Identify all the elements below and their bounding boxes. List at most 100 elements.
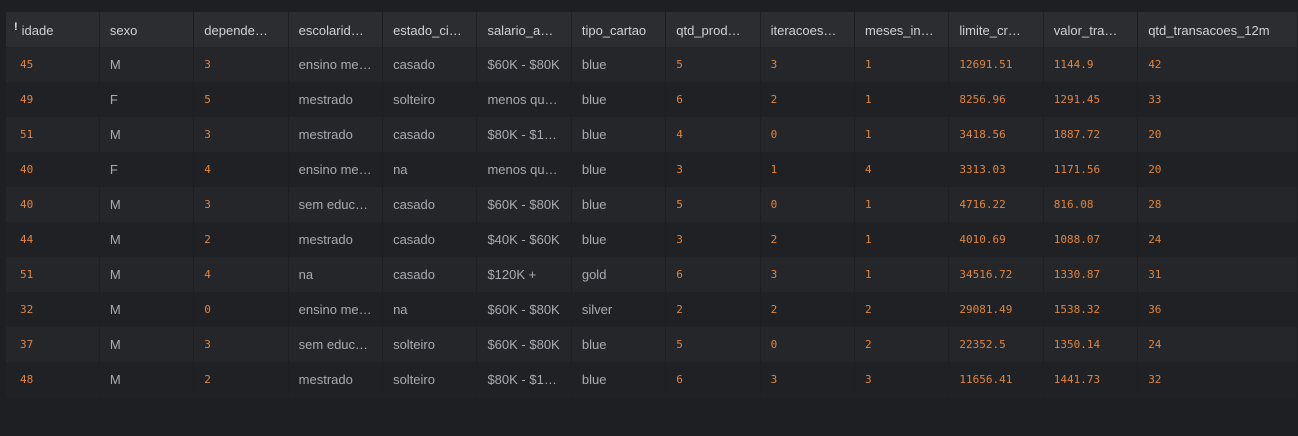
cell-iteracoes[interactable]: 1 — [760, 152, 856, 187]
table-row[interactable]: 37 M 3 sem educa… solteiro $60K - $80K blue 5 0 2… — [6, 327, 1298, 362]
cell-iteracoes[interactable]: 2 — [760, 292, 856, 327]
cell-valor_transacoes[interactable]: 1088.07 — [1043, 222, 1139, 257]
cell-dependentes[interactable]: 5 — [193, 82, 289, 117]
cell-salario_anual[interactable]: $120K + — [476, 257, 572, 292]
cell-limite_credito[interactable]: 22352.5 — [948, 327, 1044, 362]
cell-qtd_produtos[interactable]: 3 — [665, 152, 761, 187]
sort-indicator-icon[interactable]: ! — [14, 21, 18, 33]
cell-salario_anual[interactable]: $60K - $80K — [476, 327, 572, 362]
cell-iteracoes[interactable]: 3 — [760, 257, 856, 292]
cell-iteracoes[interactable]: 2 — [760, 222, 856, 257]
table-row[interactable]: 40 F 4 ensino medio na menos que… blue 3 1 4 3313.… — [6, 152, 1298, 187]
cell-estado_civil[interactable]: na — [382, 292, 478, 327]
column-header-qtd_transacoes_12m[interactable]: qtd_transacoes_12m — [1137, 12, 1298, 47]
cell-estado_civil[interactable]: casado — [382, 257, 478, 292]
cell-iteracoes[interactable]: 3 — [760, 362, 856, 397]
cell-qtd_produtos[interactable]: 6 — [665, 82, 761, 117]
cell-tipo_cartao[interactable]: blue — [571, 362, 667, 397]
cell-valor_transacoes[interactable]: 1144.9 — [1043, 47, 1139, 82]
cell-limite_credito[interactable]: 8256.96 — [948, 82, 1044, 117]
cell-valor_transacoes[interactable]: 1171.56 — [1043, 152, 1139, 187]
cell-qtd_transacoes_12m[interactable]: 24 — [1137, 327, 1298, 362]
cell-estado_civil[interactable]: solteiro — [382, 82, 478, 117]
cell-qtd_produtos[interactable]: 5 — [665, 187, 761, 222]
column-header-valor_transacoes[interactable]: valor_tra… — [1043, 12, 1139, 47]
cell-idade[interactable]: 37 — [6, 327, 100, 362]
cell-valor_transacoes[interactable]: 1330.87 — [1043, 257, 1139, 292]
cell-salario_anual[interactable]: $60K - $80K — [476, 187, 572, 222]
cell-valor_transacoes[interactable]: 816.08 — [1043, 187, 1139, 222]
cell-estado_civil[interactable]: solteiro — [382, 362, 478, 397]
cell-meses_inativo[interactable]: 2 — [854, 292, 950, 327]
cell-salario_anual[interactable]: $80K - $12… — [476, 117, 572, 152]
cell-idade[interactable]: 45 — [6, 47, 100, 82]
cell-qtd_produtos[interactable]: 2 — [665, 292, 761, 327]
cell-meses_inativo[interactable]: 1 — [854, 222, 950, 257]
cell-meses_inativo[interactable]: 4 — [854, 152, 950, 187]
cell-tipo_cartao[interactable]: blue — [571, 222, 667, 257]
cell-qtd_transacoes_12m[interactable]: 20 — [1137, 152, 1298, 187]
cell-limite_credito[interactable]: 4010.69 — [948, 222, 1044, 257]
cell-idade[interactable]: 51 — [6, 117, 100, 152]
cell-sexo[interactable]: M — [99, 47, 195, 82]
table-row[interactable]: 32 M 0 ensino medio na $60K - $80K silver 2 2 2 29… — [6, 292, 1298, 327]
cell-limite_credito[interactable]: 4716.22 — [948, 187, 1044, 222]
cell-sexo[interactable]: M — [99, 187, 195, 222]
cell-escolaridade[interactable]: ensino medio — [288, 47, 384, 82]
cell-limite_credito[interactable]: 3418.56 — [948, 117, 1044, 152]
table-row[interactable]: 44 M 2 mestrado casado $40K - $60K blue 3 2 1 4010… — [6, 222, 1298, 257]
cell-estado_civil[interactable]: casado — [382, 222, 478, 257]
cell-sexo[interactable]: F — [99, 82, 195, 117]
cell-dependentes[interactable]: 2 — [193, 222, 289, 257]
cell-estado_civil[interactable]: solteiro — [382, 327, 478, 362]
column-header-salario_anual[interactable]: salario_a… — [476, 12, 572, 47]
column-header-limite_credito[interactable]: limite_cr… — [948, 12, 1044, 47]
cell-salario_anual[interactable]: menos que… — [476, 152, 572, 187]
cell-sexo[interactable]: M — [99, 292, 195, 327]
table-row[interactable]: 51 M 4 na casado $120K + gold 6 3 1 34516.72 1330.8… — [6, 257, 1298, 292]
cell-tipo_cartao[interactable]: gold — [571, 257, 667, 292]
cell-meses_inativo[interactable]: 2 — [854, 327, 950, 362]
cell-sexo[interactable]: M — [99, 117, 195, 152]
table-row[interactable]: 48 M 2 mestrado solteiro $80K - $12… blue 6 3 3 11… — [6, 362, 1298, 397]
cell-iteracoes[interactable]: 3 — [760, 47, 856, 82]
cell-escolaridade[interactable]: ensino medio — [288, 292, 384, 327]
cell-estado_civil[interactable]: casado — [382, 117, 478, 152]
cell-dependentes[interactable]: 3 — [193, 187, 289, 222]
cell-sexo[interactable]: M — [99, 327, 195, 362]
cell-meses_inativo[interactable]: 1 — [854, 82, 950, 117]
cell-idade[interactable]: 51 — [6, 257, 100, 292]
cell-escolaridade[interactable]: sem educa… — [288, 187, 384, 222]
cell-escolaridade[interactable]: sem educa… — [288, 327, 384, 362]
column-header-iteracoes[interactable]: iteracoes… — [760, 12, 856, 47]
cell-sexo[interactable]: F — [99, 152, 195, 187]
cell-idade[interactable]: 32 — [6, 292, 100, 327]
cell-salario_anual[interactable]: $60K - $80K — [476, 292, 572, 327]
cell-iteracoes[interactable]: 0 — [760, 117, 856, 152]
cell-qtd_transacoes_12m[interactable]: 33 — [1137, 82, 1298, 117]
cell-iteracoes[interactable]: 0 — [760, 327, 856, 362]
column-header-meses_inativo[interactable]: meses_in… — [854, 12, 950, 47]
cell-escolaridade[interactable]: mestrado — [288, 82, 384, 117]
cell-qtd_transacoes_12m[interactable]: 36 — [1137, 292, 1298, 327]
cell-salario_anual[interactable]: $40K - $60K — [476, 222, 572, 257]
cell-qtd_produtos[interactable]: 6 — [665, 362, 761, 397]
cell-meses_inativo[interactable]: 1 — [854, 257, 950, 292]
cell-idade[interactable]: 48 — [6, 362, 100, 397]
cell-estado_civil[interactable]: casado — [382, 47, 478, 82]
cell-limite_credito[interactable]: 3313.03 — [948, 152, 1044, 187]
cell-idade[interactable]: 40 — [6, 152, 100, 187]
cell-estado_civil[interactable]: casado — [382, 187, 478, 222]
cell-tipo_cartao[interactable]: blue — [571, 152, 667, 187]
cell-dependentes[interactable]: 4 — [193, 257, 289, 292]
cell-valor_transacoes[interactable]: 1538.32 — [1043, 292, 1139, 327]
cell-salario_anual[interactable]: $80K - $12… — [476, 362, 572, 397]
cell-valor_transacoes[interactable]: 1291.45 — [1043, 82, 1139, 117]
cell-qtd_produtos[interactable]: 3 — [665, 222, 761, 257]
cell-meses_inativo[interactable]: 1 — [854, 47, 950, 82]
cell-tipo_cartao[interactable]: blue — [571, 327, 667, 362]
cell-qtd_transacoes_12m[interactable]: 42 — [1137, 47, 1298, 82]
cell-limite_credito[interactable]: 29081.49 — [948, 292, 1044, 327]
cell-idade[interactable]: 40 — [6, 187, 100, 222]
table-row[interactable]: 49 F 5 mestrado solteiro menos que… blue 6 2 1 825… — [6, 82, 1298, 117]
